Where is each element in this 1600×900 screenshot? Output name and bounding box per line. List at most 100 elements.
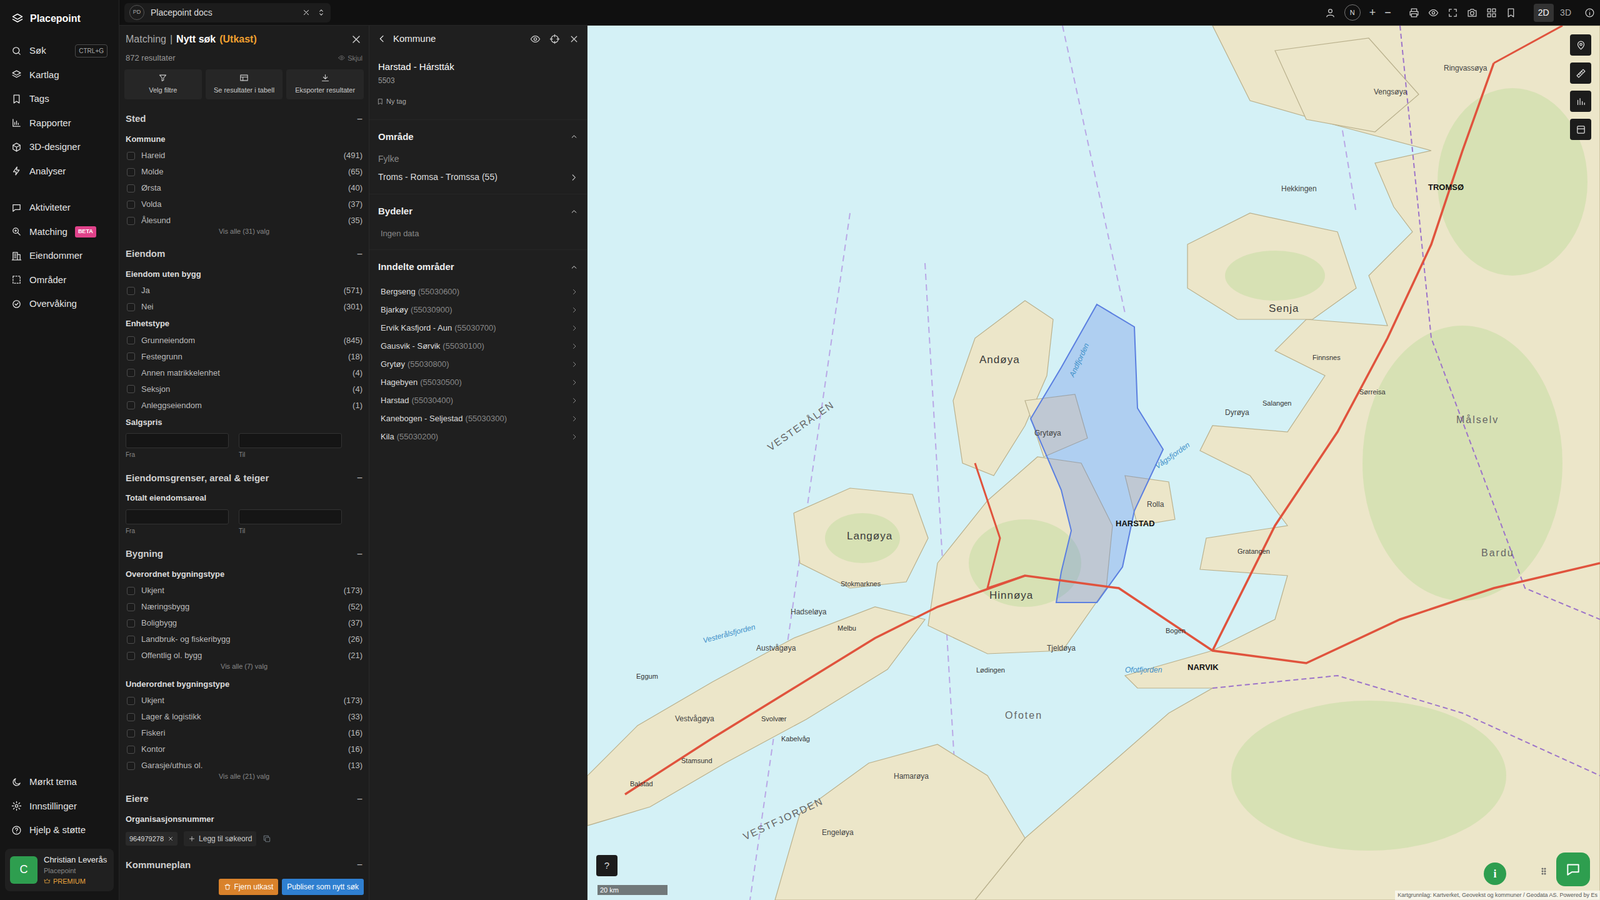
range-to-input[interactable] <box>238 433 342 449</box>
option-checkbox[interactable] <box>126 401 135 410</box>
show-all-link[interactable]: Vis alle (31) valg <box>125 225 363 241</box>
info-button[interactable] <box>1584 7 1595 19</box>
area-row[interactable]: Hagebyen(55030500) <box>378 373 579 392</box>
option-checkbox[interactable] <box>126 385 135 394</box>
sidebar-item[interactable]: Områder <box>5 268 114 293</box>
filter-option[interactable]: Ukjent(173) <box>125 692 363 709</box>
option-checkbox[interactable] <box>126 168 135 177</box>
close-button[interactable] <box>350 33 363 46</box>
eye-button[interactable] <box>530 33 541 45</box>
view-mode-button[interactable]: 2D <box>1533 3 1554 22</box>
sidebar-item[interactable]: Innstillinger <box>5 794 114 819</box>
discard-button[interactable]: Fjern utkast <box>218 878 279 895</box>
sidebar-item[interactable]: Rapporter <box>5 111 114 136</box>
option-checkbox[interactable] <box>126 713 135 722</box>
filter-option[interactable]: Nei(301) <box>125 298 363 315</box>
option-checkbox[interactable] <box>126 303 135 312</box>
section-toggle[interactable]: − <box>356 857 363 873</box>
locate-button[interactable] <box>549 33 560 45</box>
fullscreen-button[interactable] <box>1447 7 1459 19</box>
section-header[interactable]: Eiendom− <box>125 240 363 266</box>
option-checkbox[interactable] <box>126 216 135 225</box>
sidebar-item[interactable]: Tags <box>5 86 114 112</box>
filter-option[interactable]: Boligbygg(37) <box>125 615 363 632</box>
sidebar-item[interactable]: Mørkt tema <box>5 770 114 795</box>
filter-option[interactable]: Annen matrikkelenhet(4) <box>125 365 363 382</box>
detail-section-header[interactable]: Bydeler <box>378 200 579 228</box>
eye-button[interactable] <box>1428 7 1439 19</box>
option-checkbox[interactable] <box>126 286 135 295</box>
option-checkbox[interactable] <box>126 336 135 345</box>
filter-option[interactable]: Landbruk- og fiskeribygg(26) <box>125 631 363 648</box>
area-row[interactable]: Bjarkøy(55030900) <box>378 301 579 320</box>
action-button[interactable]: Se resultater i tabell <box>205 69 284 100</box>
section-toggle[interactable]: − <box>356 546 363 562</box>
add-keyword-button[interactable]: Legg til søkeord <box>183 831 257 847</box>
sidebar-item[interactable]: 3D-designer <box>5 135 114 160</box>
bookmark-button[interactable] <box>1505 7 1517 19</box>
area-row[interactable]: Kila(55030200) <box>378 428 579 447</box>
filter-option[interactable]: Garasje/uthus ol.(13) <box>125 757 363 774</box>
filter-option[interactable]: Anleggseiendom(1) <box>125 397 363 414</box>
detail-section-header[interactable]: Område <box>378 126 579 154</box>
option-checkbox[interactable] <box>126 729 135 738</box>
filter-option[interactable]: Næringsbygg(52) <box>125 598 363 615</box>
grid-button[interactable] <box>1486 7 1497 19</box>
map-help-button[interactable]: ? <box>596 855 618 877</box>
tag-chip[interactable]: 964979278 <box>125 831 178 847</box>
area-row[interactable]: Kanebogen - Seljestad(55030300) <box>378 410 579 429</box>
map-control-button[interactable] <box>1570 118 1592 140</box>
range-from-input[interactable] <box>125 433 229 449</box>
option-checkbox[interactable] <box>126 151 135 160</box>
section-header[interactable]: Sted− <box>125 105 363 131</box>
sidebar-item[interactable]: MatchingBETA <box>5 220 114 245</box>
printer-button[interactable] <box>1408 7 1420 19</box>
filter-option[interactable]: Ukjent(173) <box>125 582 363 599</box>
user-card[interactable]: CChristian LeveråsPlacepointPREMIUM <box>5 848 114 892</box>
view-mode-button[interactable]: 3D <box>1555 3 1576 22</box>
option-checkbox[interactable] <box>126 696 135 705</box>
filter-option[interactable]: Kontor(16) <box>125 741 363 758</box>
map-canvas[interactable] <box>587 25 1600 900</box>
option-checkbox[interactable] <box>126 352 135 361</box>
section-header[interactable]: Bygning− <box>125 540 363 566</box>
option-checkbox[interactable] <box>126 586 135 595</box>
filter-option[interactable]: Ørsta(40) <box>125 180 363 197</box>
action-button[interactable]: Velg filtre <box>124 69 202 100</box>
range-from-input[interactable] <box>125 509 229 525</box>
breadcrumb[interactable]: Matching <box>125 31 167 47</box>
sidebar-item[interactable]: Hjelp & støtte <box>5 818 114 843</box>
show-all-link[interactable]: Vis alle (7) valg <box>125 660 363 676</box>
section-header[interactable]: Eiendomsgrenser, areal & teiger− <box>125 464 363 490</box>
action-button[interactable]: Eksporter resultater <box>286 69 364 100</box>
filter-option[interactable]: Volda(37) <box>125 196 363 213</box>
map-control-button[interactable] <box>1570 90 1592 112</box>
option-checkbox[interactable] <box>126 619 135 628</box>
map-control-button[interactable] <box>1570 62 1592 84</box>
option-checkbox[interactable] <box>126 761 135 770</box>
back-button[interactable] <box>376 33 387 44</box>
filter-option[interactable]: Offentlig ol. bygg(21) <box>125 647 363 664</box>
section-toggle[interactable]: − <box>356 791 363 807</box>
hide-button[interactable]: Skjul <box>338 53 363 64</box>
section-toggle[interactable]: − <box>356 470 363 486</box>
camera-button[interactable] <box>1466 7 1478 19</box>
workspace-selector[interactable]: PDPlacepoint docs <box>124 3 331 23</box>
filter-option[interactable]: Molde(65) <box>125 163 363 180</box>
option-checkbox[interactable] <box>126 745 135 754</box>
option-checkbox[interactable] <box>126 200 135 209</box>
copy-button[interactable] <box>262 834 272 844</box>
option-checkbox[interactable] <box>126 368 135 377</box>
zoom-in-button[interactable]: + <box>1369 6 1377 19</box>
map[interactable]: AndøyaSenjaLangøyaHinnøyaHARSTADNARVIKTR… <box>587 25 1600 900</box>
info-button[interactable]: i <box>1483 862 1507 885</box>
area-row[interactable]: Gausvik - Sørvik(55030100) <box>378 337 579 356</box>
zoom-out-button[interactable]: − <box>1384 6 1392 19</box>
detail-section-header[interactable]: Inndelte områder <box>378 256 579 284</box>
sidebar-item[interactable]: Eiendommer <box>5 243 114 269</box>
option-checkbox[interactable] <box>126 184 135 193</box>
brand[interactable]: Placepoint <box>5 7 114 39</box>
drag-handle[interactable] <box>1540 864 1550 878</box>
range-to-input[interactable] <box>238 509 342 525</box>
filter-option[interactable]: Lager & logistikk(33) <box>125 708 363 725</box>
